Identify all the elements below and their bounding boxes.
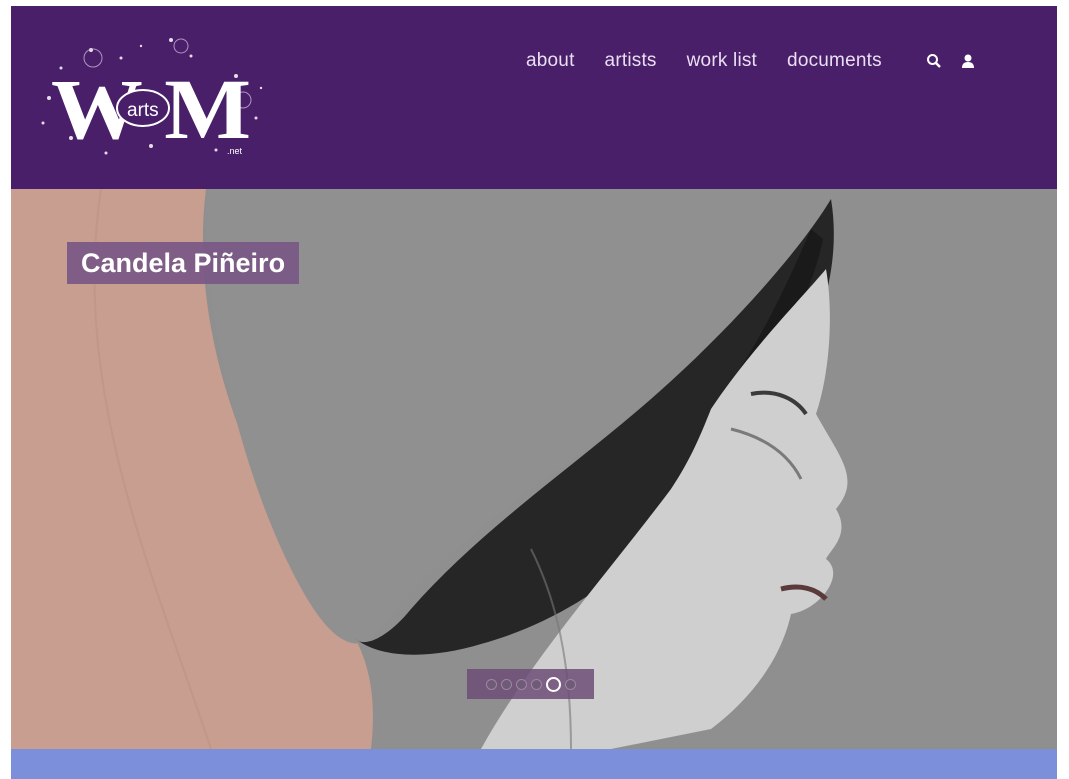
- nav-work-list[interactable]: work list: [687, 50, 757, 72]
- nav-artists[interactable]: artists: [605, 50, 657, 72]
- slider-dot-4[interactable]: [530, 678, 542, 690]
- hero-slider: Candela Piñeiro: [11, 189, 1057, 749]
- site-logo[interactable]: W M arts .net: [31, 28, 271, 168]
- page-frame: W M arts .net about artists work list do…: [11, 6, 1057, 779]
- slide-caption[interactable]: Candela Piñeiro: [67, 242, 300, 284]
- slider-dot-1[interactable]: [485, 678, 497, 690]
- user-icon[interactable]: [960, 53, 976, 69]
- slider-dot-6[interactable]: [564, 678, 576, 690]
- slider-pagination: [467, 669, 594, 699]
- logo-word: arts: [127, 100, 159, 121]
- nav-documents[interactable]: documents: [787, 50, 882, 72]
- site-header: W M arts .net about artists work list do…: [11, 6, 1057, 189]
- nav-about[interactable]: about: [526, 50, 575, 72]
- slider-dot-2[interactable]: [500, 678, 512, 690]
- slider-dot-5[interactable]: [545, 676, 561, 692]
- search-icon[interactable]: [926, 53, 942, 69]
- slider-dot-3[interactable]: [515, 678, 527, 690]
- main-nav: about artists work list documents: [526, 50, 994, 72]
- section-band: [11, 749, 1057, 779]
- logo-suffix: .net: [227, 146, 243, 156]
